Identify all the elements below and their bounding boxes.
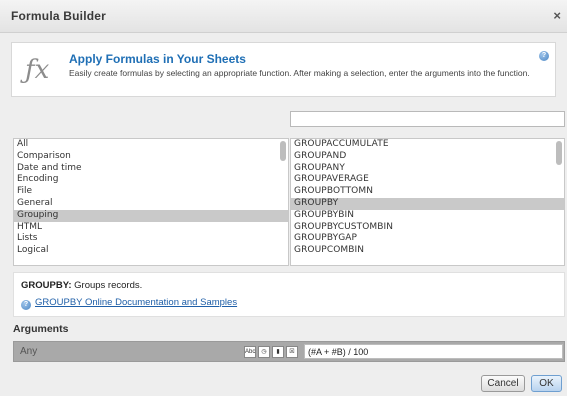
category-item[interactable]: File <box>14 186 288 198</box>
category-item[interactable]: HTML <box>14 222 288 234</box>
argument-tools: Abc ◷ ▮ ☒ <box>244 346 298 358</box>
clear-mode-icon[interactable]: ☒ <box>286 346 298 358</box>
category-item[interactable]: Date and time <box>14 163 288 175</box>
function-item[interactable]: GROUPBYBIN <box>291 210 564 222</box>
argument-row: Any Abc ◷ ▮ ☒ <box>13 341 565 362</box>
category-item[interactable]: Encoding <box>14 174 288 186</box>
category-scrollbar-thumb[interactable] <box>280 141 286 161</box>
arguments-heading: Arguments <box>13 323 69 335</box>
category-item[interactable]: General <box>14 198 288 210</box>
function-item[interactable]: GROUPBY <box>291 197 564 210</box>
ok-button[interactable]: OK <box>531 375 562 392</box>
function-search-input[interactable] <box>290 111 565 127</box>
function-name: GROUPBY: <box>21 280 72 291</box>
formula-builder-dialog: Formula Builder × ƒx Apply Formulas in Y… <box>0 0 567 396</box>
title-bar[interactable]: Formula Builder × <box>0 0 567 33</box>
function-item[interactable]: GROUPCOMBIN <box>291 245 564 257</box>
function-scrollbar[interactable] <box>556 141 562 265</box>
dialog-title: Formula Builder <box>11 9 107 23</box>
function-item[interactable]: GROUPBYGAP <box>291 233 564 245</box>
header-title: Apply Formulas in Your Sheets <box>69 52 246 66</box>
function-list[interactable]: GROUPACCUMULATE GROUPAND GROUPANY GROUPAVER… <box>290 138 565 266</box>
function-description: Groups records. <box>74 280 143 291</box>
function-summary: GROUPBY: Groups records. <box>21 280 142 291</box>
function-info-panel: GROUPBY: Groups records. ? GROUPBY Online… <box>13 272 565 317</box>
category-list[interactable]: All Comparison Date and time Encoding File Ge… <box>13 138 289 266</box>
column-mode-icon[interactable]: ▮ <box>272 346 284 358</box>
function-item[interactable]: GROUPAVERAGE <box>291 174 564 186</box>
close-icon[interactable]: × <box>553 8 561 23</box>
header-panel: ƒx Apply Formulas in Your Sheets Easily … <box>11 42 556 97</box>
function-items: GROUPACCUMULATE GROUPAND GROUPANY GROUPAVER… <box>291 139 564 257</box>
function-item[interactable]: GROUPANY <box>291 163 564 175</box>
function-item[interactable]: GROUPBYCUSTOMBIN <box>291 222 564 234</box>
date-mode-icon[interactable]: ◷ <box>258 346 270 358</box>
category-item[interactable]: Logical <box>14 245 288 257</box>
help-icon[interactable]: ? <box>539 51 549 61</box>
argument-label: Any <box>20 346 38 357</box>
documentation-link-text[interactable]: GROUPBY Online Documentation and Samples <box>35 297 237 308</box>
documentation-link[interactable]: ? GROUPBY Online Documentation and Sample… <box>21 297 237 310</box>
header-description: Easily create formulas by selecting an a… <box>69 68 530 78</box>
cancel-button[interactable]: Cancel <box>481 375 525 392</box>
function-item[interactable]: GROUPBOTTOMN <box>291 186 564 198</box>
category-scrollbar[interactable] <box>280 141 286 265</box>
category-item[interactable]: Comparison <box>14 151 288 163</box>
text-mode-icon[interactable]: Abc <box>244 346 256 358</box>
category-items: All Comparison Date and time Encoding File Ge… <box>14 139 288 257</box>
info-icon: ? <box>21 300 31 310</box>
category-item[interactable]: Lists <box>14 233 288 245</box>
function-scrollbar-thumb[interactable] <box>556 141 562 165</box>
function-item[interactable]: GROUPAND <box>291 151 564 163</box>
fx-icon: ƒx <box>25 55 50 85</box>
category-item[interactable]: All <box>14 139 288 151</box>
category-item[interactable]: Grouping <box>14 209 288 222</box>
argument-input[interactable] <box>304 344 563 359</box>
function-item[interactable]: GROUPACCUMULATE <box>291 139 564 151</box>
